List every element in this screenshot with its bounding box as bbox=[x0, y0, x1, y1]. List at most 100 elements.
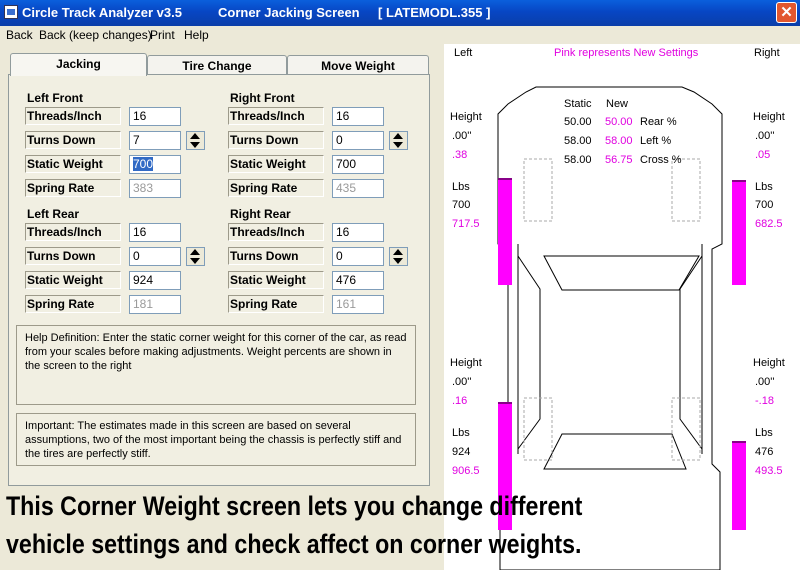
rf-threads-label: Threads/Inch bbox=[228, 107, 324, 125]
rf-turns-input[interactable]: 0 bbox=[332, 131, 384, 150]
file-title: [ LATEMODL.355 ] bbox=[378, 5, 491, 20]
lr-turns-input[interactable]: 0 bbox=[129, 247, 181, 266]
rr-height-new: -.18 bbox=[755, 395, 774, 407]
rf-height: .00'' bbox=[755, 130, 775, 142]
rr-turns-label: Turns Down bbox=[228, 247, 324, 265]
lf-turns-spinner[interactable] bbox=[186, 131, 205, 150]
rr-lbs-label: Lbs bbox=[755, 427, 773, 439]
rf-weight-bar bbox=[732, 180, 746, 285]
lr-spring-label: Spring Rate bbox=[25, 295, 121, 313]
spin-up-icon[interactable] bbox=[390, 132, 407, 140]
lr-spring-input: 181 bbox=[129, 295, 181, 314]
rr-weight-bar bbox=[732, 441, 746, 530]
left-side-label: Left bbox=[454, 47, 473, 59]
rr-lbs: 476 bbox=[755, 446, 774, 458]
rr-height-label: Height bbox=[753, 357, 785, 369]
lf-turns-label: Turns Down bbox=[25, 131, 121, 149]
lr-height-new: .16 bbox=[452, 395, 468, 407]
spin-up-icon[interactable] bbox=[187, 248, 204, 256]
spin-up-icon[interactable] bbox=[187, 132, 204, 140]
rr-lbs-new: 493.5 bbox=[755, 465, 783, 477]
tab-tire-change[interactable]: Tire Change bbox=[147, 55, 287, 76]
left-static: 58.00 bbox=[564, 135, 592, 147]
rf-turns-label: Turns Down bbox=[228, 131, 324, 149]
lf-turns-input[interactable]: 7 bbox=[129, 131, 181, 150]
legend-text: Pink represents New Settings bbox=[554, 47, 699, 59]
rf-height-new: .05 bbox=[755, 149, 771, 161]
rear-static: 50.00 bbox=[564, 116, 592, 128]
app-icon bbox=[4, 5, 18, 19]
tab-jacking[interactable]: Jacking bbox=[10, 53, 147, 76]
tab-move-weight[interactable]: Move Weight bbox=[287, 55, 429, 76]
right-side-label: Right bbox=[754, 47, 780, 59]
rr-threads-input[interactable]: 16 bbox=[332, 223, 384, 242]
lf-weight-bar bbox=[498, 178, 512, 285]
menu-print[interactable]: Print bbox=[150, 28, 175, 42]
left-new: 58.00 bbox=[605, 135, 633, 147]
rr-spring-input: 161 bbox=[332, 295, 384, 314]
col-new-header: New bbox=[606, 98, 629, 110]
menu-help[interactable]: Help bbox=[184, 28, 209, 42]
lr-threads-input[interactable]: 16 bbox=[129, 223, 181, 242]
lf-lbs: 700 bbox=[452, 199, 471, 211]
help-definition-box: Help Definition: Enter the static corner… bbox=[16, 325, 416, 405]
menu-back-keep-changes[interactable]: Back (keep changes) bbox=[39, 28, 152, 42]
lf-static-input[interactable]: 700 bbox=[129, 155, 181, 174]
lf-threads-input[interactable]: 16 bbox=[129, 107, 181, 126]
cross-new: 56.75 bbox=[605, 154, 633, 166]
rf-static-input[interactable]: 700 bbox=[332, 155, 384, 174]
spin-down-icon[interactable] bbox=[390, 141, 407, 149]
app-title: Circle Track Analyzer v3.5 bbox=[22, 5, 182, 20]
left-pct-label: Left % bbox=[640, 135, 672, 147]
lr-height: .00'' bbox=[452, 376, 472, 388]
lr-lbs-label: Lbs bbox=[452, 427, 470, 439]
rr-threads-label: Threads/Inch bbox=[228, 223, 324, 241]
spin-down-icon[interactable] bbox=[187, 141, 204, 149]
lr-turns-label: Turns Down bbox=[25, 247, 121, 265]
rr-spring-label: Spring Rate bbox=[228, 295, 324, 313]
lf-spring-input: 383 bbox=[129, 179, 181, 198]
lr-static-label: Static Weight bbox=[25, 271, 121, 289]
caption-line-1: This Corner Weight screen lets you chang… bbox=[6, 491, 583, 521]
menu-bar: Back Back (keep changes) Print Help bbox=[0, 26, 800, 44]
rf-lbs-new: 682.5 bbox=[755, 218, 783, 230]
rf-lbs: 700 bbox=[755, 199, 774, 211]
title-bar: Circle Track Analyzer v3.5 Corner Jackin… bbox=[0, 0, 800, 26]
lf-spring-label: Spring Rate bbox=[25, 179, 121, 197]
screen-title: Corner Jacking Screen bbox=[218, 5, 360, 20]
rf-spring-label: Spring Rate bbox=[228, 179, 324, 197]
left-rear-title: Left Rear bbox=[27, 207, 80, 221]
rr-height: .00'' bbox=[755, 376, 775, 388]
lr-lbs: 924 bbox=[452, 446, 471, 458]
lf-lbs-label: Lbs bbox=[452, 181, 470, 193]
lr-height-label: Height bbox=[450, 357, 482, 369]
spin-down-icon[interactable] bbox=[390, 257, 407, 265]
lf-threads-label: Threads/Inch bbox=[25, 107, 121, 125]
cross-static: 58.00 bbox=[564, 154, 592, 166]
right-front-title: Right Front bbox=[230, 91, 295, 105]
lf-height-label: Height bbox=[450, 111, 482, 123]
important-note-box: Important: The estimates made in this sc… bbox=[16, 413, 416, 466]
rf-turns-spinner[interactable] bbox=[389, 131, 408, 150]
lf-height: .00'' bbox=[452, 130, 472, 142]
menu-back[interactable]: Back bbox=[6, 28, 33, 42]
lr-threads-label: Threads/Inch bbox=[25, 223, 121, 241]
lr-turns-spinner[interactable] bbox=[186, 247, 205, 266]
caption-line-2: vehicle settings and check affect on cor… bbox=[6, 529, 582, 559]
lr-static-input[interactable]: 924 bbox=[129, 271, 181, 290]
spin-down-icon[interactable] bbox=[187, 257, 204, 265]
lf-static-label: Static Weight bbox=[25, 155, 121, 173]
close-button[interactable]: ✕ bbox=[776, 2, 797, 23]
spin-up-icon[interactable] bbox=[390, 248, 407, 256]
rf-lbs-label: Lbs bbox=[755, 181, 773, 193]
lf-static-selected-text: 700 bbox=[133, 157, 154, 171]
rear-new: 50.00 bbox=[605, 116, 633, 128]
left-front-title: Left Front bbox=[27, 91, 83, 105]
lf-height-new: .38 bbox=[452, 149, 468, 161]
rf-threads-input[interactable]: 16 bbox=[332, 107, 384, 126]
cross-pct-label: Cross % bbox=[640, 154, 682, 166]
rr-static-input[interactable]: 476 bbox=[332, 271, 384, 290]
rr-turns-spinner[interactable] bbox=[389, 247, 408, 266]
lf-lbs-new: 717.5 bbox=[452, 218, 480, 230]
rr-turns-input[interactable]: 0 bbox=[332, 247, 384, 266]
